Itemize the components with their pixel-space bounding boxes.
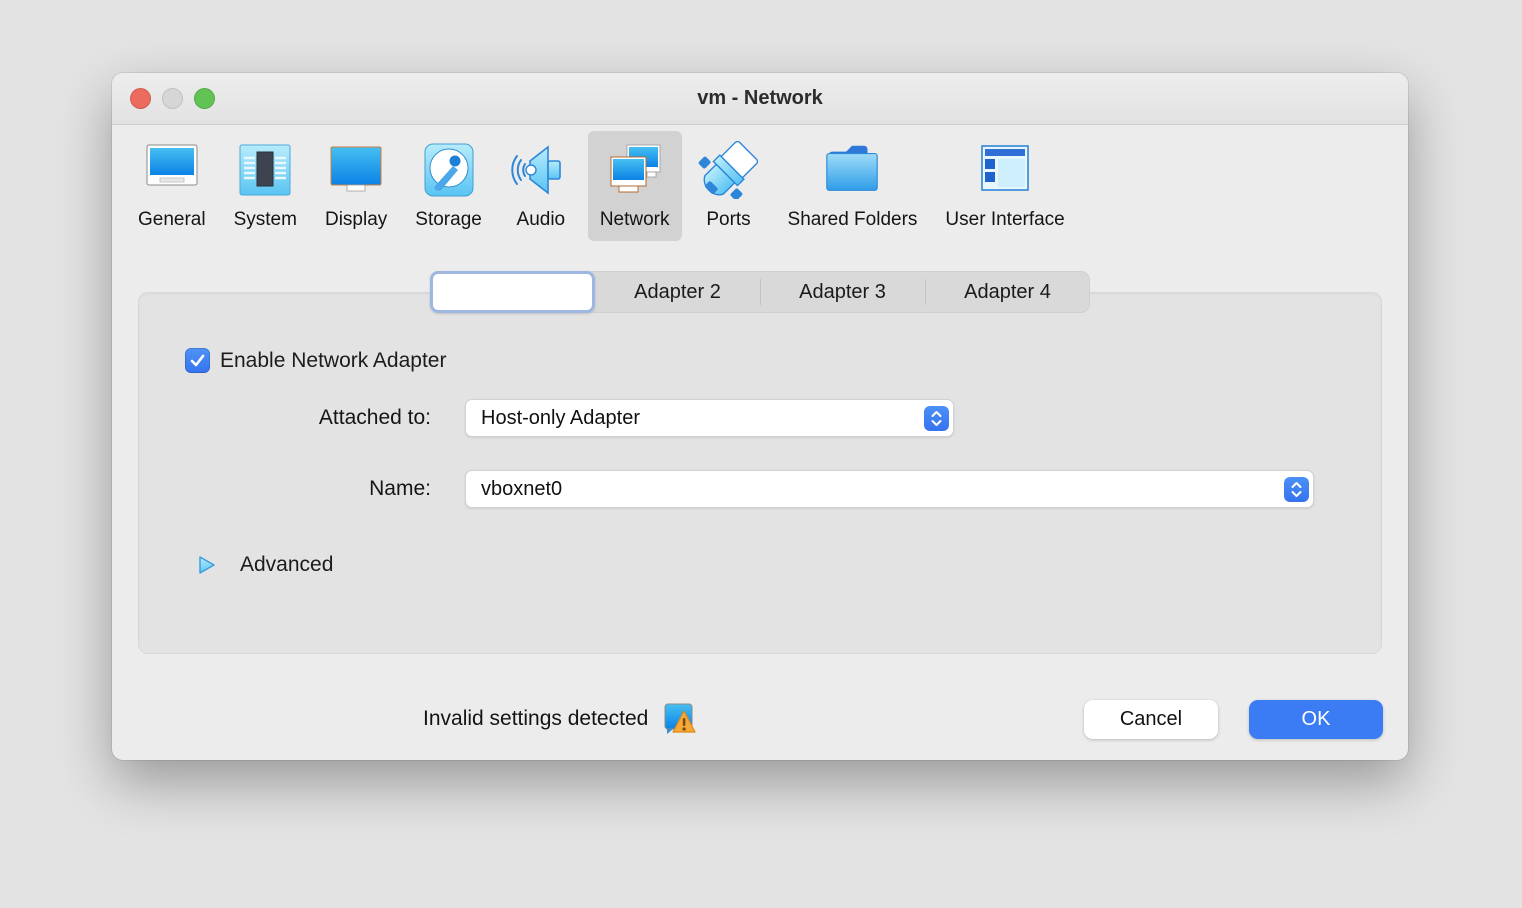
disclosure-triangle-icon <box>197 555 216 575</box>
close-button[interactable] <box>130 88 151 109</box>
toolbar-item-label: Network <box>600 209 670 231</box>
toolbar-item-system[interactable]: System <box>222 131 309 241</box>
adapter-settings-panel: Enable Network Adapter Attached to: Host… <box>138 292 1382 654</box>
attached-to-select[interactable]: Host-only Adapter <box>465 399 954 437</box>
toolbar-item-ports[interactable]: Ports <box>686 131 772 241</box>
chevron-up-down-icon <box>924 406 949 431</box>
zoom-button[interactable] <box>194 88 215 109</box>
name-select[interactable]: vboxnet0 <box>465 470 1314 508</box>
toolbar-item-label: General <box>138 209 206 231</box>
settings-toolbar: General System <box>112 125 1408 257</box>
dialog-footer: Invalid settings detected Cancel OK <box>112 678 1408 760</box>
storage-disk-icon <box>418 139 480 201</box>
toolbar-item-label: System <box>234 209 297 231</box>
tab-label: Adapter 3 <box>799 281 886 304</box>
advanced-disclosure[interactable]: Advanced <box>197 553 333 577</box>
status-text: Invalid settings detected <box>423 707 648 731</box>
general-monitor-icon <box>141 139 203 201</box>
enable-network-adapter-label: Enable Network Adapter <box>220 349 446 373</box>
title-bar[interactable]: vm - Network <box>112 73 1408 125</box>
ok-button[interactable]: OK <box>1249 700 1383 739</box>
chevron-up-down-icon <box>1284 477 1309 502</box>
tab-label: Adapter 4 <box>964 281 1051 304</box>
toolbar-item-network[interactable]: Network <box>588 131 682 241</box>
ports-connector-icon <box>698 139 760 201</box>
tab-label: Adapter 2 <box>634 281 721 304</box>
checkmark-icon <box>190 354 205 367</box>
tab-adapter-2[interactable]: Adapter 2 <box>595 271 760 313</box>
system-chip-icon <box>234 139 296 201</box>
vm-settings-window: vm - Network General <box>112 73 1408 760</box>
user-interface-window-icon <box>974 139 1036 201</box>
tab-adapter-3[interactable]: Adapter 3 <box>760 271 925 313</box>
enable-network-adapter-checkbox[interactable] <box>185 348 210 373</box>
cancel-button[interactable]: Cancel <box>1084 700 1218 739</box>
toolbar-item-label: Shared Folders <box>788 209 918 231</box>
toolbar-item-storage[interactable]: Storage <box>403 131 494 241</box>
toolbar-item-audio[interactable]: Audio <box>498 131 584 241</box>
toolbar-item-label: Ports <box>706 209 750 231</box>
enable-adapter-row: Enable Network Adapter <box>185 348 446 373</box>
toolbar-item-label: User Interface <box>945 209 1064 231</box>
advanced-label: Advanced <box>240 553 333 577</box>
toolbar-item-general[interactable]: General <box>126 131 218 241</box>
adapter-tab-bar: Adapter 2 Adapter 3 Adapter 4 <box>430 271 1090 313</box>
name-value: vboxnet0 <box>481 478 1284 501</box>
tab-adapter-4[interactable]: Adapter 4 <box>925 271 1090 313</box>
toolbar-item-label: Audio <box>517 209 566 231</box>
minimize-button <box>162 88 183 109</box>
attached-to-label: Attached to: <box>185 406 431 430</box>
footer-buttons: Cancel OK <box>1084 700 1408 739</box>
attached-to-value: Host-only Adapter <box>481 407 924 430</box>
window-title: vm - Network <box>697 87 823 110</box>
toolbar-item-shared-folders[interactable]: Shared Folders <box>776 131 930 241</box>
name-label: Name: <box>185 477 431 501</box>
toolbar-item-display[interactable]: Display <box>313 131 399 241</box>
shared-folder-icon <box>821 139 883 201</box>
warning-icon <box>664 703 696 735</box>
tab-adapter-1[interactable] <box>430 271 595 313</box>
display-monitor-icon <box>325 139 387 201</box>
traffic-lights <box>130 73 215 124</box>
toolbar-item-user-interface[interactable]: User Interface <box>933 131 1076 241</box>
network-screens-icon <box>604 139 666 201</box>
toolbar-item-label: Display <box>325 209 387 231</box>
toolbar-item-label: Storage <box>415 209 482 231</box>
audio-speaker-icon <box>510 139 572 201</box>
invalid-settings-status: Invalid settings detected <box>423 703 696 735</box>
